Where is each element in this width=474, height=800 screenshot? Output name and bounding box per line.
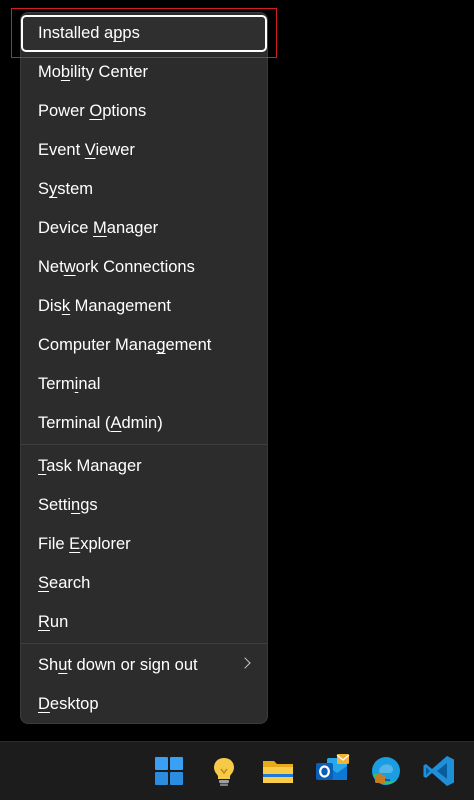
menu-item-label: dmin)	[121, 414, 163, 432]
menu-item-label: ask Manager	[46, 457, 142, 475]
menu-item-label: Dis	[38, 297, 62, 315]
menu-item-installed-apps[interactable]: Installed apps	[21, 15, 267, 52]
menu-item-desktop[interactable]: Desktop	[21, 686, 267, 723]
menu-item-label: Mo	[38, 63, 61, 81]
desktop-screen: Installed apps Mobility Center Power Opt…	[0, 0, 474, 800]
menu-item-label: Net	[38, 258, 64, 276]
menu-item-label: iewer	[95, 141, 135, 159]
file-explorer-icon[interactable]	[259, 752, 297, 790]
menu-item-access-key: D	[38, 695, 50, 713]
menu-item-label: ement	[165, 336, 212, 354]
menu-item-label: un	[49, 613, 69, 631]
menu-item-access-key: S	[38, 574, 50, 592]
menu-item-label: Event	[38, 141, 85, 159]
menu-item-access-key: g	[156, 336, 166, 354]
menu-item-computer-management[interactable]: Computer Management	[21, 327, 267, 364]
menu-item-access-key: w	[63, 258, 76, 276]
menu-item-label: Terminal (	[38, 414, 111, 432]
menu-item-shut-down-or-sign-out[interactable]: Shut down or sign out	[21, 647, 267, 684]
menu-item-label: ptions	[102, 102, 147, 120]
menu-item-access-key: T	[38, 457, 47, 475]
menu-item-file-explorer[interactable]: File Explorer	[21, 526, 267, 563]
menu-item-label: stem	[57, 180, 94, 198]
menu-item-label: nal	[78, 375, 101, 393]
menu-item-label: Power	[38, 102, 90, 120]
menu-item-label: ps	[122, 24, 140, 42]
menu-item-task-manager[interactable]: Task Manager	[21, 448, 267, 485]
menu-item-label: earch	[49, 574, 91, 592]
menu-item-access-key: u	[58, 656, 68, 674]
menu-item-label: File	[38, 535, 70, 553]
chevron-right-icon	[239, 657, 251, 669]
menu-item-disk-management[interactable]: Disk Management	[21, 288, 267, 325]
edge-icon[interactable]	[367, 752, 405, 790]
menu-item-access-key: b	[60, 63, 71, 81]
menu-item-label: ork Connections	[75, 258, 195, 276]
menu-item-label: Term	[38, 375, 75, 393]
windows-start-icon[interactable]	[150, 752, 188, 790]
menu-item-label: t down or sign out	[67, 656, 198, 674]
menu-item-label: S	[38, 180, 50, 198]
menu-item-label: Installed a	[38, 24, 114, 42]
outlook-icon[interactable]	[313, 752, 351, 790]
menu-item-label: ility Center	[70, 63, 149, 81]
menu-item-access-key: E	[69, 535, 81, 553]
menu-item-access-key: A	[110, 414, 122, 432]
menu-item-label: Setti	[38, 496, 72, 514]
tips-lightbulb-icon[interactable]	[205, 752, 243, 790]
menu-item-device-manager[interactable]: Device Manager	[21, 210, 267, 247]
menu-item-label: esktop	[49, 695, 99, 713]
menu-item-access-key: V	[84, 141, 96, 159]
menu-item-settings[interactable]: Settings	[21, 487, 267, 524]
menu-item-access-key: M	[93, 219, 107, 237]
menu-item-label: anager	[106, 219, 159, 237]
menu-item-system[interactable]: System	[21, 171, 267, 208]
menu-item-label: Management	[70, 297, 171, 315]
menu-item-access-key: O	[89, 102, 103, 120]
menu-item-power-options[interactable]: Power Options	[21, 93, 267, 130]
menu-item-terminal-admin[interactable]: Terminal (Admin)	[21, 405, 267, 442]
winx-context-menu: Installed apps Mobility Center Power Opt…	[20, 12, 268, 724]
menu-item-network-connections[interactable]: Network Connections	[21, 249, 267, 286]
menu-item-access-key: R	[38, 613, 50, 631]
menu-item-run[interactable]: Run	[21, 604, 267, 641]
taskbar	[0, 741, 474, 800]
menu-item-mobility-center[interactable]: Mobility Center	[21, 54, 267, 91]
vscode-icon[interactable]	[420, 752, 458, 790]
menu-separator	[21, 444, 267, 445]
menu-item-label: Device	[38, 219, 94, 237]
menu-item-label: xplorer	[80, 535, 131, 553]
menu-item-access-key: k	[61, 297, 71, 315]
menu-item-label: Sh	[38, 656, 59, 674]
menu-separator	[21, 643, 267, 644]
menu-item-access-key: n	[71, 496, 81, 514]
menu-item-search[interactable]: Search	[21, 565, 267, 602]
menu-item-label: gs	[80, 496, 98, 514]
menu-item-event-viewer[interactable]: Event Viewer	[21, 132, 267, 169]
menu-item-label: Computer Mana	[38, 336, 157, 354]
menu-item-terminal[interactable]: Terminal	[21, 366, 267, 403]
